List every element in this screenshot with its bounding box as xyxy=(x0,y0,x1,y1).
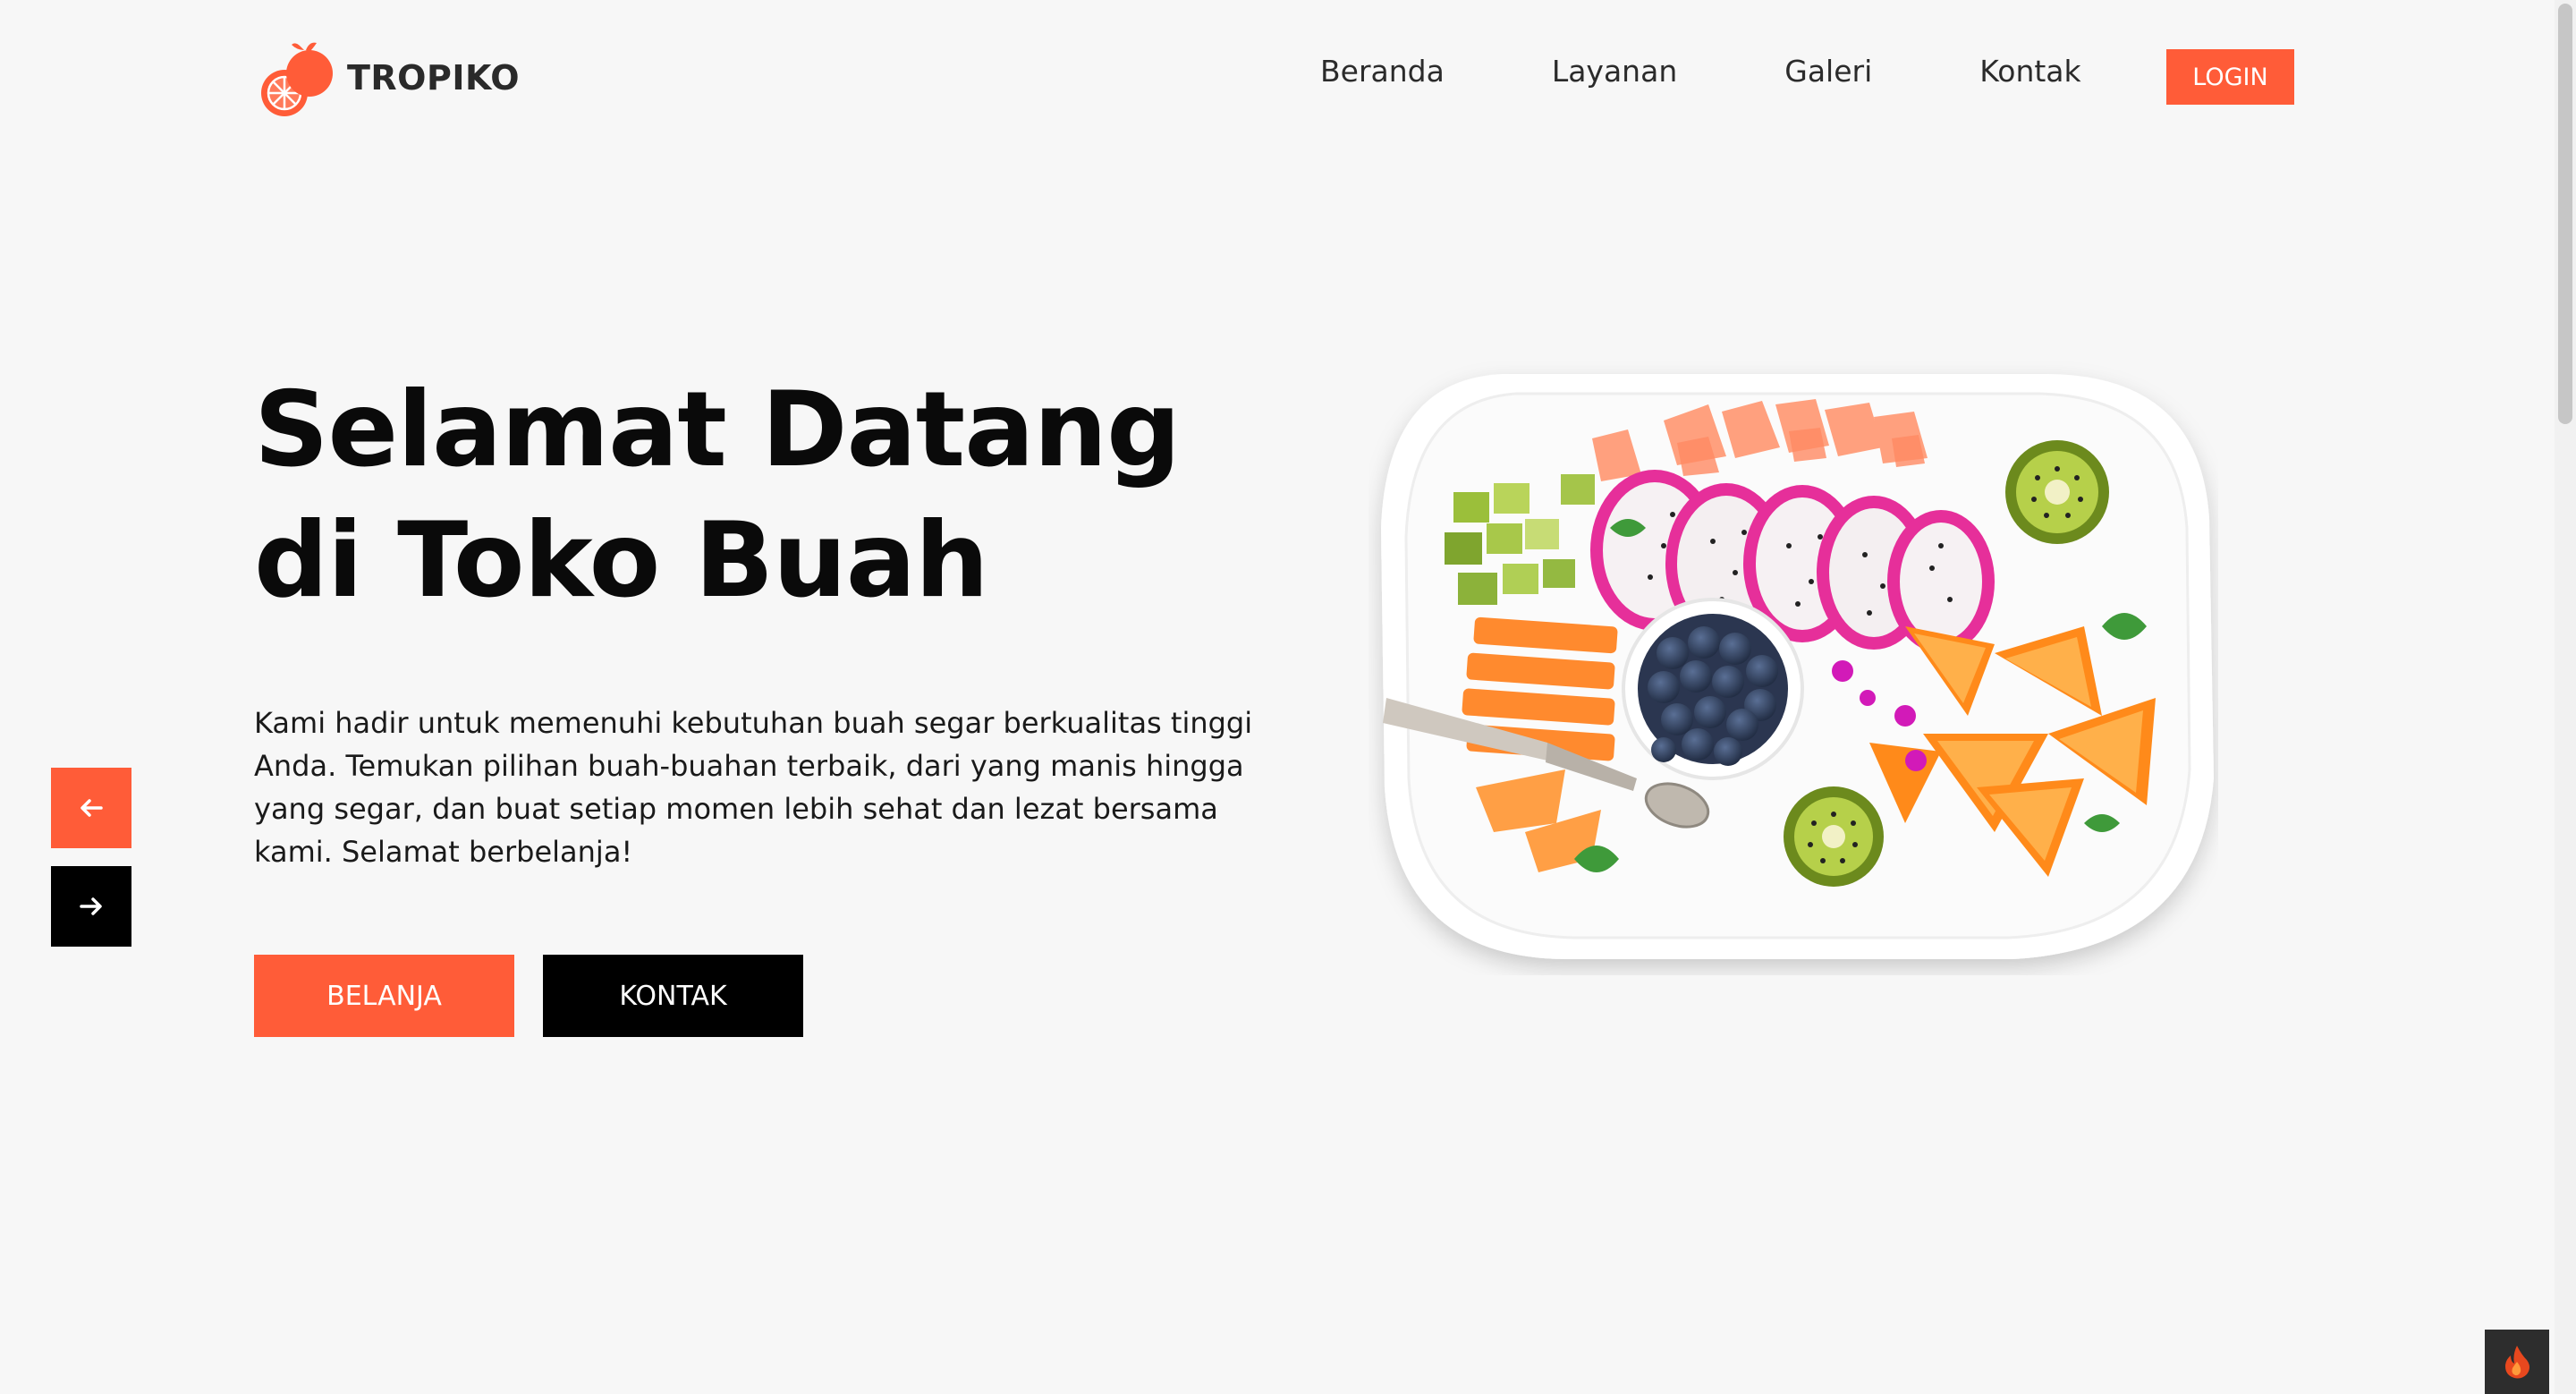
hero-description: Kami hadir untuk memenuhi kebutuhan buah… xyxy=(254,706,1253,869)
slider-next-button[interactable] xyxy=(51,866,131,947)
nav-item-galeri[interactable]: Galeri xyxy=(1784,54,1872,89)
nav-item-layanan[interactable]: Layanan xyxy=(1552,54,1677,89)
fruit-plate-image xyxy=(1381,374,2214,959)
main-nav: Beranda Layanan Galeri Kontak xyxy=(1320,54,2081,89)
arrow-right-icon xyxy=(80,897,102,915)
nav-item-beranda[interactable]: Beranda xyxy=(1320,54,1445,89)
slider-prev-button[interactable] xyxy=(51,768,131,848)
login-button[interactable]: LOGIN xyxy=(2166,49,2294,105)
hero-title-line-1: Selamat Datang xyxy=(254,370,1181,490)
flame-icon xyxy=(2505,1346,2529,1379)
brand-name: TROPIKO xyxy=(347,58,521,98)
page-scrollbar[interactable] xyxy=(2555,0,2576,1394)
hero-title-line-2: di Toko Buah xyxy=(254,500,989,621)
kontak-button[interactable]: KONTAK xyxy=(543,955,803,1037)
corner-widget[interactable] xyxy=(2485,1330,2549,1394)
belanja-button[interactable]: BELANJA xyxy=(254,955,514,1037)
orange-fruit-icon xyxy=(261,42,333,116)
nav-item-kontak[interactable]: Kontak xyxy=(1979,54,2080,89)
arrow-left-icon xyxy=(80,799,103,817)
scrollbar-thumb[interactable] xyxy=(2558,4,2572,424)
hero-title: Selamat Datang di Toko Buah xyxy=(254,365,1327,626)
brand-logo[interactable]: TROPIKO xyxy=(254,38,520,118)
